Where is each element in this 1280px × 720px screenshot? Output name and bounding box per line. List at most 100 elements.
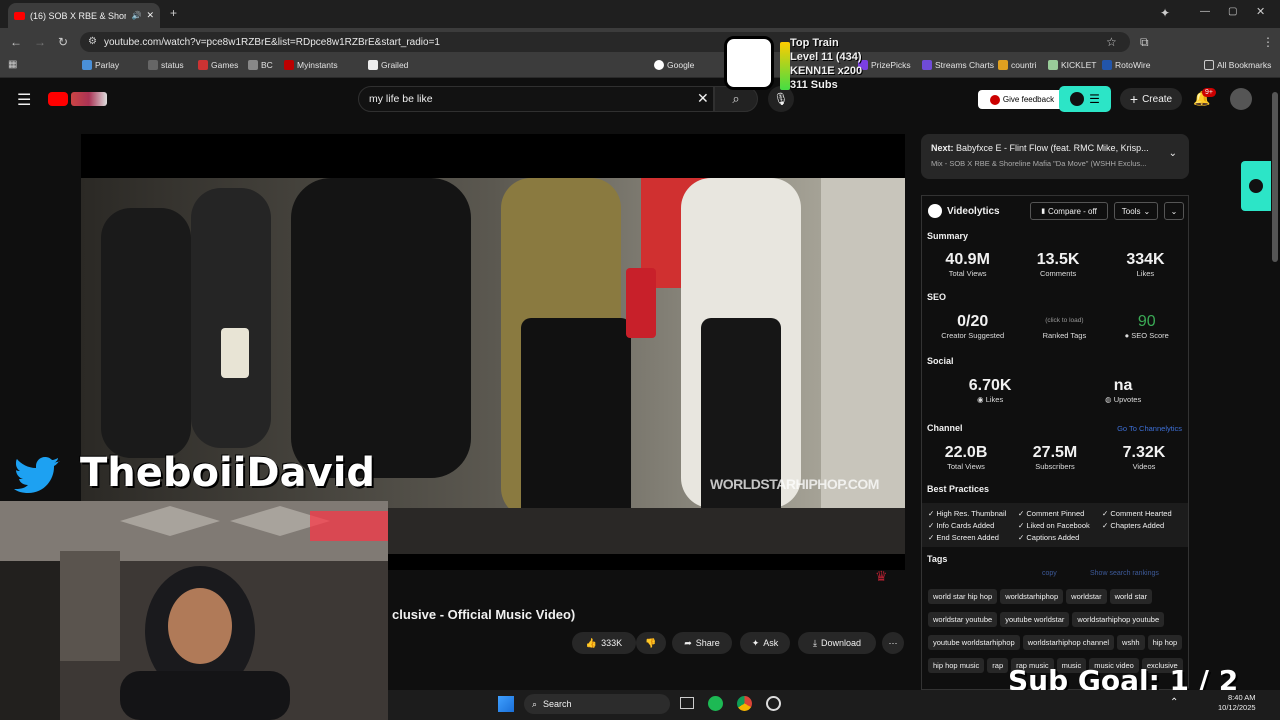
sparkle-icon: ✦: [751, 637, 760, 648]
task-view-icon[interactable]: [680, 697, 694, 709]
all-bookmarks[interactable]: All Bookmarks: [1204, 60, 1271, 70]
windows-start-icon[interactable]: [498, 696, 514, 712]
avatar[interactable]: [1230, 88, 1252, 110]
tag-chip[interactable]: hip hop: [1147, 635, 1183, 650]
tag-chip[interactable]: hip hop music: [928, 658, 985, 673]
tag-chip[interactable]: youtube worldstar: [1000, 612, 1070, 627]
bookmark-grailed[interactable]: Grailed: [368, 60, 408, 70]
tag-chip[interactable]: worldstarhiphop: [1000, 589, 1064, 604]
bookmark-status[interactable]: status: [148, 60, 184, 70]
page-scrollbar[interactable]: [1272, 92, 1278, 262]
channel-videos: 7.32K Videos: [1122, 444, 1166, 471]
reload-icon[interactable]: ↻: [58, 35, 68, 49]
search-input[interactable]: my life be like: [358, 86, 714, 112]
close-window-icon[interactable]: ✕: [1256, 5, 1265, 18]
bookmark-streams-charts[interactable]: Streams Charts: [922, 60, 994, 70]
seo-ranked-tags[interactable]: (click to load) Ranked Tags: [1043, 313, 1087, 340]
ai-sparkle-icon[interactable]: ✦: [1160, 6, 1170, 20]
doodle-icon: [71, 91, 107, 106]
give-feedback-button[interactable]: Give feedback: [978, 90, 1066, 109]
bookmark-google[interactable]: Google: [654, 60, 694, 70]
ask-button[interactable]: ✦ Ask: [740, 632, 790, 654]
create-button[interactable]: + Create: [1120, 88, 1182, 110]
tab-title: (16) SOB X RBE & Shoreline: [30, 10, 127, 21]
bp-item: ✓ Info Cards Added: [928, 521, 995, 530]
back-icon[interactable]: ←: [10, 35, 22, 49]
download-label: Download: [820, 638, 861, 648]
train-user: KENN1E x200: [790, 65, 863, 77]
maximize-icon[interactable]: ▢: [1228, 6, 1237, 17]
bookmark-star-icon[interactable]: ☆: [1106, 35, 1117, 49]
close-tab-icon[interactable]: ✕: [146, 10, 154, 21]
tag-chip[interactable]: world star: [1109, 589, 1153, 604]
videolytics-toggle-button[interactable]: ☰: [1059, 86, 1111, 112]
dislike-button[interactable]: 👎: [636, 632, 666, 654]
bookmark-myinstants[interactable]: Myinstants: [284, 60, 338, 70]
list-icon: ☰: [1089, 92, 1100, 106]
chevron-down-icon: ⌄: [1143, 206, 1151, 216]
summary-stats: 40.9M Total Views 13.5K Comments 334K Likes: [922, 251, 1188, 278]
extensions-icon[interactable]: ⧉: [1140, 35, 1149, 50]
bookmark-icon: [198, 60, 208, 70]
more-actions-button[interactable]: ⋯: [882, 632, 904, 654]
copy-tags-link[interactable]: copy: [1042, 570, 1057, 577]
video-title: clusive - Official Music Video): [392, 607, 576, 622]
youtube-logo[interactable]: [48, 91, 108, 106]
speaker-icon[interactable]: 🔊: [131, 11, 141, 20]
bp-item: ✓ Comment Pinned: [1018, 509, 1085, 518]
chevron-down-icon[interactable]: ⌄: [1169, 148, 1177, 159]
bookmark-rotowire[interactable]: RotoWire: [1102, 60, 1150, 70]
chrome-icon[interactable]: [737, 696, 752, 711]
tag-chip[interactable]: wshh: [1117, 635, 1145, 650]
download-button[interactable]: ⤓ Download: [798, 632, 876, 654]
seo-score: 90 ● SEO Score: [1124, 313, 1169, 340]
bookmark-countri[interactable]: countri: [998, 60, 1037, 70]
url-field[interactable]: youtube.com/watch?v=pce8w1RZBrE&list=RDp…: [80, 32, 1130, 52]
spotify-icon[interactable]: [708, 696, 723, 711]
taskbar-clock[interactable]: 8:40 AM 10/12/2025: [1218, 693, 1256, 713]
bookmark-parlay[interactable]: Parlay: [82, 60, 119, 70]
up-next-card[interactable]: Next: Babyfxce E - Flint Flow (feat. RMC…: [921, 134, 1189, 179]
webcam-feed: [0, 501, 388, 720]
bookmark-prizepicks[interactable]: PrizePicks: [858, 60, 911, 70]
youtube-logo-icon: [48, 91, 68, 106]
search-value: my life be like: [369, 93, 433, 105]
collapse-button[interactable]: ⌄: [1164, 202, 1184, 220]
taskbar-search[interactable]: ⌕ Search: [524, 694, 670, 714]
bookmark-games[interactable]: Games: [198, 60, 238, 70]
apps-grid-icon[interactable]: ▦: [8, 59, 17, 70]
compare-button[interactable]: ▮ Compare - off: [1030, 202, 1108, 220]
bookmark-kicklet[interactable]: KICKLET: [1048, 60, 1096, 70]
like-count: 333K: [601, 638, 623, 648]
tag-chip[interactable]: worldstar: [1066, 589, 1107, 604]
browser-tab[interactable]: (16) SOB X RBE & Shoreline 🔊 ✕: [8, 3, 160, 28]
minimize-icon[interactable]: —: [1200, 6, 1210, 17]
tag-chip[interactable]: world star hip hop: [928, 589, 998, 604]
tools-button[interactable]: Tools ⌄: [1114, 202, 1158, 220]
obs-icon[interactable]: [766, 696, 781, 711]
tag-chip[interactable]: worldstarhiphop youtube: [1072, 612, 1165, 627]
show-rankings-link[interactable]: Show search rankings: [1090, 570, 1159, 577]
bookmark-bc[interactable]: BC: [248, 60, 273, 70]
train-subs: 311 Subs: [790, 79, 838, 91]
share-button[interactable]: ➦ Share: [672, 632, 732, 654]
tag-chip[interactable]: youtube worldstarhiphop: [928, 635, 1020, 650]
tag-chip[interactable]: rap: [987, 658, 1009, 673]
new-tab-icon[interactable]: +: [170, 6, 177, 20]
bookmark-icon: [248, 60, 258, 70]
go-to-channelytics-link[interactable]: Go To Channelytics: [1117, 424, 1182, 433]
like-button[interactable]: 👍 333K: [572, 632, 636, 654]
share-label: Share: [695, 638, 720, 648]
videolytics-side-button[interactable]: [1241, 161, 1271, 211]
hamburger-menu-icon[interactable]: ☰: [17, 90, 31, 110]
bp-item: ✓ Comment Hearted: [1102, 509, 1172, 518]
menu-dots-icon[interactable]: ⋮: [1262, 35, 1274, 49]
forward-icon[interactable]: →: [34, 35, 46, 49]
tag-chip[interactable]: worldstarhiphop channel: [1022, 635, 1115, 650]
tag-chip[interactable]: worldstar youtube: [928, 612, 998, 627]
tray-chevron-icon[interactable]: ⌃: [1170, 697, 1178, 708]
videolytics-logo-icon: [989, 94, 1000, 105]
bp-item: ✓ High Res. Thumbnail: [928, 509, 1007, 518]
site-info-icon[interactable]: ⚙: [88, 36, 97, 47]
clear-search-icon[interactable]: ✕: [697, 90, 709, 107]
